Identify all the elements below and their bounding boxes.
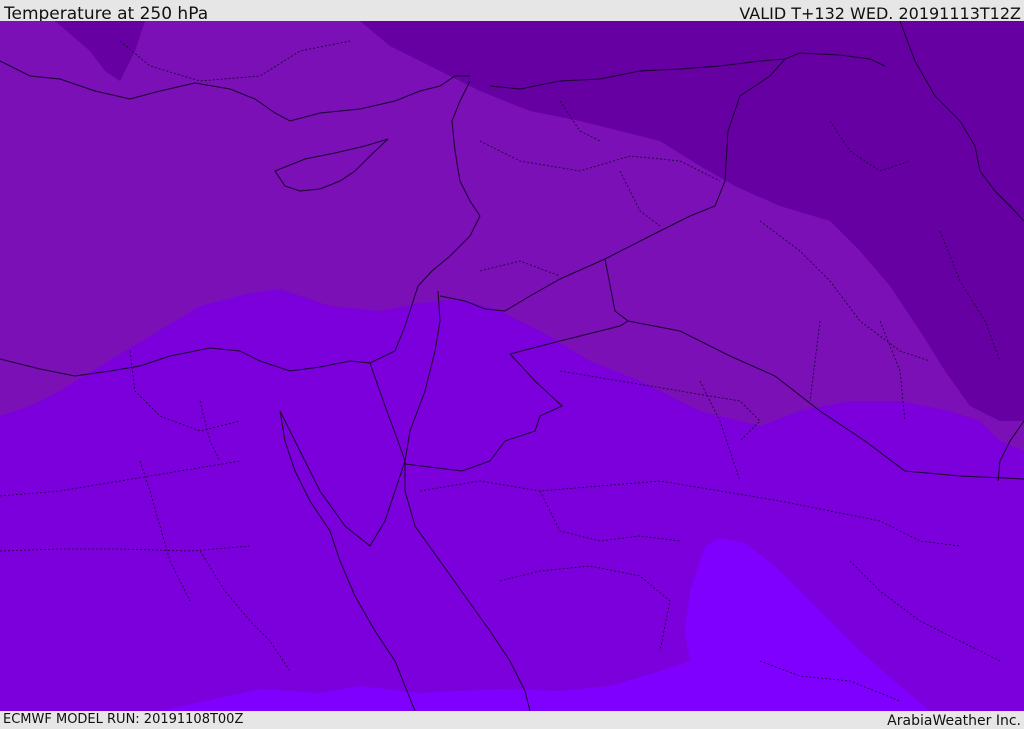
- weather-map-frame: Temperature at 250 hPa VALID T+132 WED. …: [0, 0, 1024, 729]
- model-run-label: ECMWF MODEL RUN: 20191108T00Z: [3, 712, 244, 727]
- map-svg: [0, 21, 1024, 711]
- map-area: [0, 21, 1024, 711]
- footer-bar: ECMWF MODEL RUN: 20191108T00Z ArabiaWeat…: [0, 711, 1024, 729]
- header-bar: Temperature at 250 hPa VALID T+132 WED. …: [0, 0, 1024, 24]
- credit-label: ArabiaWeather Inc.: [887, 713, 1021, 729]
